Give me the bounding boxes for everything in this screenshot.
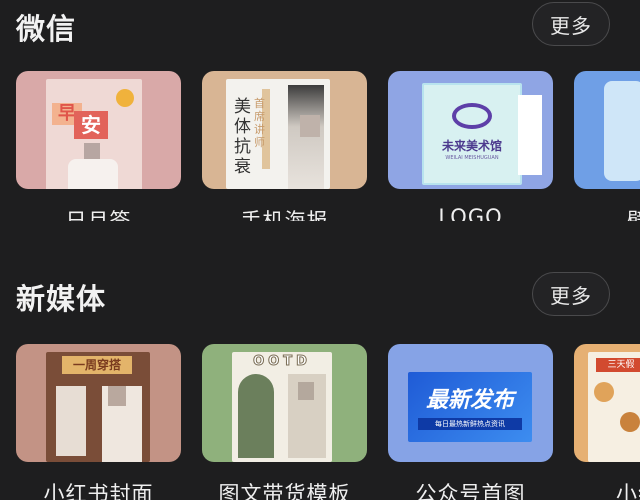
arch-photo-left: [238, 374, 274, 458]
banner-thumbnail: 最新发布 每日最热新鲜热点资讯: [408, 372, 532, 442]
card-label-goods: 图文带货模板: [218, 482, 351, 500]
thumb-text-ootd: OOTD: [253, 354, 311, 370]
poster-thumbnail: 一周穿搭: [46, 352, 150, 462]
section-title-wechat: 微信: [16, 12, 77, 46]
figure-shape: [68, 159, 118, 189]
thumb-text-antiaging: 抗衰: [234, 137, 251, 177]
card-label-mobile-poster: 手机海报: [240, 209, 329, 221]
food-photo: [620, 412, 640, 432]
poster-thumbnail: OOTD: [232, 352, 332, 462]
section-title-new-media: 新媒体: [16, 282, 107, 316]
face-blur: [298, 382, 314, 400]
planet-logo-icon: [452, 103, 492, 129]
template-row-new-media: 一周穿搭 小红书封面 OOTD 图文带货模板 最新发布 每日最热新鲜热点资讯 公…: [0, 344, 640, 500]
thumb-text-latest: 最新发布: [425, 388, 514, 413]
template-card-xhs-cover[interactable]: 一周穿搭: [16, 344, 181, 462]
logo-subtitle: WEILAI MEISHUGUAN: [445, 155, 499, 161]
template-card-wallpaper[interactable]: [574, 71, 640, 189]
poster-thumbnail: 早 安: [46, 79, 142, 189]
logo-thumbnail: 未来美术馆 WEILAI MEISHUGUAN: [422, 83, 522, 185]
face-blur: [300, 115, 320, 137]
template-card-rijian[interactable]: 早 安: [16, 71, 181, 189]
template-row-wechat: 早 安 日月签 首席讲师 美体 抗衰 手机海报 未来美术馆 WEILAI MEI…: [0, 71, 640, 221]
template-card-goods[interactable]: OOTD: [202, 344, 367, 462]
food-photo: [594, 382, 614, 402]
flower-icon: [116, 89, 134, 107]
template-card-xhs-food[interactable]: 三天假: [574, 344, 640, 462]
thumb-text-news: 每日最热新鲜热点资讯: [418, 418, 522, 430]
card-label-rijian: 日月签: [65, 209, 132, 221]
card-label-gzh: 公众号首图: [415, 482, 526, 500]
template-card-gzh[interactable]: 最新发布 每日最热新鲜热点资讯: [388, 344, 553, 462]
thumb-text-body: 美体: [234, 97, 251, 137]
template-card-mobile-poster[interactable]: 首席讲师 美体 抗衰: [202, 71, 367, 189]
face-blur: [108, 386, 126, 406]
thumb-text-outfit: 一周穿搭: [62, 356, 132, 374]
mockup-edge: [518, 95, 542, 175]
template-card-logo[interactable]: 未来美术馆 WEILAI MEISHUGUAN: [388, 71, 553, 189]
phone-mockup: [604, 81, 640, 181]
model-photo: [288, 85, 324, 189]
thumb-text-lecturer: 首席讲师: [254, 97, 265, 149]
card-label-wallpaper: 壁纸: [627, 209, 640, 221]
card-label-xhs-cover: 小红书封面: [43, 482, 154, 500]
poster-thumbnail: 三天假: [588, 352, 640, 462]
logo-name: 未来美术馆: [441, 139, 502, 153]
thumb-text-holiday: 三天假: [596, 358, 640, 372]
card-label-xhs-food: 小红书: [616, 482, 640, 500]
model-photo-left: [56, 386, 86, 456]
more-button-wechat[interactable]: 更多: [532, 2, 610, 46]
thumb-text-an: 安: [74, 111, 108, 139]
poster-thumbnail: 首席讲师 美体 抗衰: [226, 79, 330, 189]
more-button-new-media[interactable]: 更多: [532, 272, 610, 316]
card-label-logo: LOGO: [438, 205, 503, 221]
